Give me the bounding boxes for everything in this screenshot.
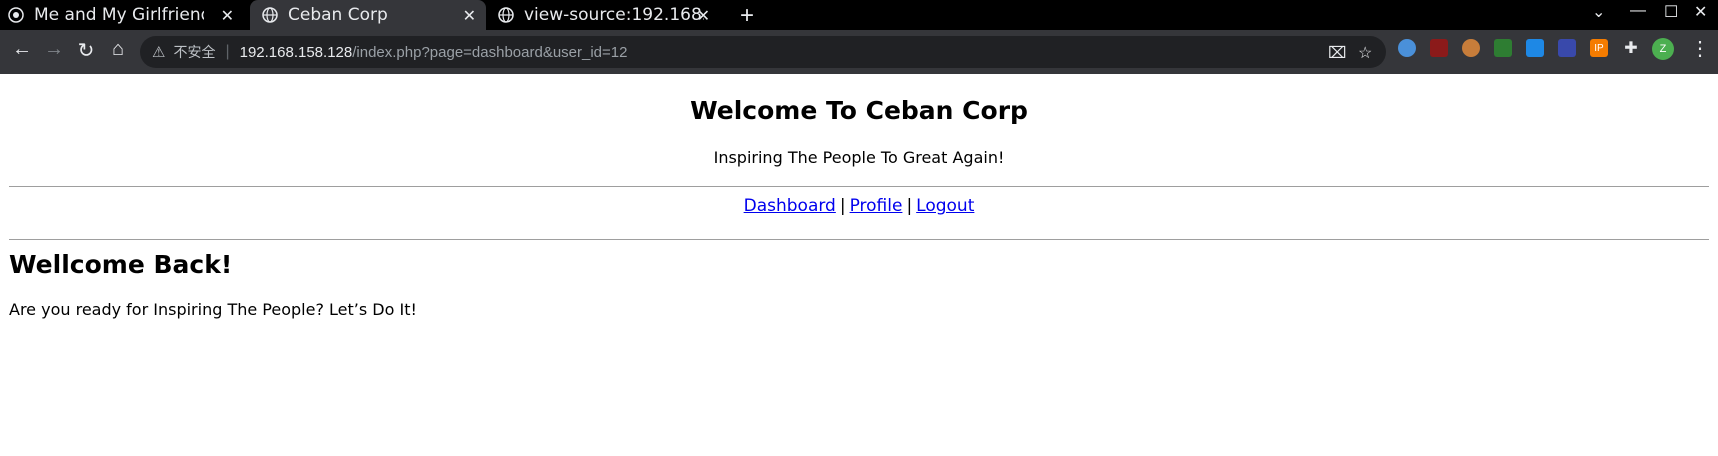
globe-icon (498, 7, 514, 23)
extension-ip-icon[interactable]: IP (1590, 39, 1608, 57)
tab-me-and-my-girlfriend[interactable]: Me and My Girlfriend: 1 ✕ (8, 0, 244, 30)
translate-icon[interactable]: ⌧ (1328, 43, 1346, 63)
tab-ceban-corp[interactable]: Ceban Corp ✕ (250, 0, 486, 30)
extension-tree-icon[interactable] (1494, 39, 1512, 57)
bookmark-star-icon[interactable]: ☆ (1358, 43, 1372, 63)
separator: | (225, 43, 230, 60)
new-tab-button[interactable]: + (740, 2, 754, 30)
minimize-button[interactable]: — (1630, 2, 1646, 20)
security-label[interactable]: 不安全 (173, 42, 215, 62)
nav-separator: | (839, 196, 846, 216)
extension-cookie-icon[interactable] (1462, 39, 1480, 57)
extension-download-icon[interactable] (1526, 39, 1544, 57)
browser-chrome: Me and My Girlfriend: 1 ✕ Ceban Corp ✕ v… (0, 0, 1718, 74)
welcome-heading: Wellcome Back! (9, 250, 233, 279)
github-icon (8, 7, 24, 23)
close-icon[interactable]: ✕ (463, 6, 476, 25)
address-bar[interactable]: ⚠ 不安全 | 192.168.158.128 /index.php?page=… (140, 36, 1386, 68)
maximize-button[interactable]: ☐ (1664, 2, 1678, 22)
page-title: Welcome To Ceban Corp (690, 96, 1028, 125)
avatar[interactable]: Z (1652, 38, 1674, 60)
url-host[interactable]: 192.168.158.128 (240, 44, 353, 61)
welcome-text: Are you ready for Inspiring The People? … (9, 300, 417, 319)
warning-icon[interactable]: ⚠ (152, 43, 165, 61)
profile-link[interactable]: Profile (850, 196, 903, 216)
forward-button[interactable]: → (42, 38, 66, 61)
puzzle-icon[interactable]: ✚ (1622, 39, 1640, 57)
browser-toolbar: ← → ↻ ⌂ ⚠ 不安全 | 192.168.158.128 /index.p… (0, 30, 1718, 74)
page-content: Welcome To Ceban Corp Inspiring The Peop… (0, 74, 1718, 456)
extension-bug-icon[interactable] (1430, 39, 1448, 57)
extension-blue-icon[interactable] (1558, 39, 1576, 57)
close-window-button[interactable]: ✕ (1694, 2, 1707, 22)
tab-search-icon[interactable]: ⌄ (1592, 2, 1605, 22)
tab-strip: Me and My Girlfriend: 1 ✕ Ceban Corp ✕ v… (0, 0, 1718, 30)
tab-title: Ceban Corp (288, 5, 388, 25)
divider (9, 186, 1709, 187)
logout-link[interactable]: Logout (916, 196, 974, 216)
home-button[interactable]: ⌂ (106, 38, 130, 61)
reload-button[interactable]: ↻ (74, 38, 98, 63)
close-icon[interactable]: ✕ (697, 6, 710, 25)
back-button[interactable]: ← (10, 38, 34, 61)
url-path[interactable]: /index.php?page=dashboard&user_id=12 (352, 44, 627, 61)
tagline: Inspiring The People To Great Again! (713, 148, 1005, 167)
extension-circle-icon[interactable] (1398, 39, 1416, 57)
divider (9, 239, 1709, 240)
menu-icon[interactable]: ⋮ (1690, 36, 1710, 61)
close-icon[interactable]: ✕ (221, 6, 234, 25)
tab-title: view-source:192.168.15 (524, 5, 704, 25)
tab-view-source[interactable]: view-source:192.168.15 ✕ (498, 0, 720, 30)
globe-icon (262, 7, 278, 23)
dashboard-link[interactable]: Dashboard (744, 196, 836, 216)
nav-separator: | (906, 196, 913, 216)
nav-links: Dashboard | Profile | Logout (0, 196, 1718, 216)
tab-title: Me and My Girlfriend: 1 (34, 5, 204, 25)
